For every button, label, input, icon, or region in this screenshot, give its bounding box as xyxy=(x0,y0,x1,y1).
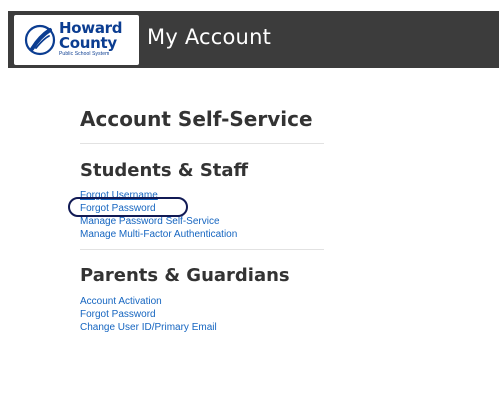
list-item: Forgot Password xyxy=(80,308,324,321)
logo-line-2: County xyxy=(59,34,117,52)
manage-password-self-service-link[interactable]: Manage Password Self-Service xyxy=(80,216,220,227)
highlighted-link-wrapper: Forgot Password xyxy=(68,197,188,217)
parent-forgot-password-link[interactable]: Forgot Password xyxy=(80,309,156,320)
list-item: Forgot Username xyxy=(80,189,324,202)
account-activation-link[interactable]: Account Activation xyxy=(80,296,162,307)
app-title: My Account xyxy=(147,25,272,49)
account-self-service-panel: Account Self-Service Students & Staff Fo… xyxy=(68,107,324,334)
divider xyxy=(80,143,324,144)
divider xyxy=(80,249,324,250)
logo-subtitle: Public School System xyxy=(59,51,110,57)
change-user-id-link[interactable]: Change User ID/Primary Email xyxy=(80,322,217,333)
manage-mfa-link[interactable]: Manage Multi-Factor Authentication xyxy=(80,229,237,240)
parents-guardians-links: Account Activation Forgot Password Chang… xyxy=(80,295,324,334)
list-item: Manage Multi-Factor Authentication xyxy=(80,228,324,241)
list-item: Forgot Password xyxy=(68,197,324,217)
logo-wordmark: Howard County Public School System xyxy=(59,21,135,57)
forgot-password-link[interactable]: Forgot Password xyxy=(80,203,156,214)
logo-emblem-icon xyxy=(24,24,56,56)
page-title: Account Self-Service xyxy=(80,107,313,131)
list-item: Manage Password Self-Service xyxy=(80,215,324,228)
section-title-parents-guardians: Parents & Guardians xyxy=(80,265,290,286)
students-staff-links: Forgot Username Forgot Password Manage P… xyxy=(68,189,324,241)
section-title-students-staff: Students & Staff xyxy=(80,160,249,181)
list-item: Change User ID/Primary Email xyxy=(80,321,324,334)
list-item: Account Activation xyxy=(80,295,324,308)
howard-county-logo[interactable]: Howard County Public School System xyxy=(14,15,139,65)
top-navbar: Howard County Public School System My Ac… xyxy=(8,11,499,68)
forgot-username-link[interactable]: Forgot Username xyxy=(80,190,158,201)
